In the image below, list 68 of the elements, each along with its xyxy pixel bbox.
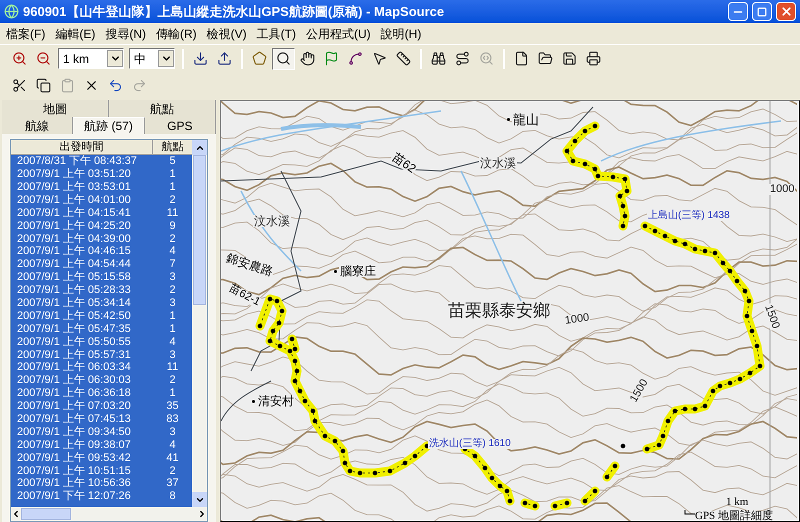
pentagon-icon xyxy=(252,51,267,66)
dropdown[interactable]: 中 xyxy=(129,48,175,69)
folder-icon xyxy=(538,51,553,66)
route-icon xyxy=(455,51,470,66)
menu-item[interactable]: 公用程式(U) xyxy=(304,24,373,42)
copy-icon xyxy=(36,78,51,92)
save-icon xyxy=(562,51,577,66)
scroll-right-icon xyxy=(197,509,207,519)
region-label: 苗栗縣泰安鄉 xyxy=(447,302,551,319)
upload-icon xyxy=(217,51,232,66)
restore-button[interactable] xyxy=(752,2,772,21)
peak-label: 上島山(三等) 1438 xyxy=(647,211,731,221)
hand-icon xyxy=(300,51,315,66)
minimize-button[interactable] xyxy=(728,2,748,21)
scissors-icon xyxy=(12,78,27,92)
elevation-label: 1500 xyxy=(762,302,782,332)
peak-label: 洗水山(三等) 1610 xyxy=(428,439,512,449)
printer-icon xyxy=(586,51,601,66)
flag-icon xyxy=(324,51,339,66)
column-header[interactable]: 出發時間 xyxy=(11,140,153,155)
close-button[interactable] xyxy=(776,2,796,21)
detail-label: GPS 地圖詳細度 xyxy=(695,511,773,521)
menu-item[interactable]: 工具(T) xyxy=(254,24,298,42)
tab[interactable]: 地圖 xyxy=(2,100,109,117)
magnifier-icon xyxy=(276,51,291,66)
column-header[interactable]: 航點 xyxy=(153,140,192,155)
road-label: 錦安農路 xyxy=(224,251,276,278)
app-icon xyxy=(4,4,19,19)
tab[interactable]: 航線 xyxy=(2,117,74,134)
zoom-in-icon xyxy=(12,51,27,66)
place-label: 清安村 xyxy=(257,395,295,407)
road-label: 苗62-1 xyxy=(226,282,263,309)
route-nodes-icon xyxy=(348,51,363,66)
pointer-icon xyxy=(372,51,387,66)
scale-label: 1 km xyxy=(726,497,748,508)
binoculars-icon xyxy=(431,51,446,66)
stream-label: 汶水溪 xyxy=(253,215,291,227)
elevation-label: 1000 xyxy=(769,184,796,195)
elevation-label: 1000 xyxy=(563,312,591,327)
new-file-icon xyxy=(514,51,529,66)
menu-item[interactable]: 搜尋(N) xyxy=(103,24,148,42)
download-icon xyxy=(193,51,208,66)
zoom-out-icon xyxy=(36,51,51,66)
place-label: 腦寮庄 xyxy=(339,265,377,277)
tab[interactable]: 航點 xyxy=(109,100,216,117)
window-title: 960901【山牛登山隊】上島山縱走洗水山GPS航跡圖(原稿) - MapSource xyxy=(23,2,446,21)
dropdown[interactable]: 1 km xyxy=(58,48,124,69)
redo-icon xyxy=(132,78,147,92)
tab[interactable]: 航跡 (57) xyxy=(73,117,145,134)
menu-item[interactable]: 傳輸(R) xyxy=(154,24,199,42)
clipboard-icon xyxy=(60,78,75,92)
ruler-icon xyxy=(396,51,411,66)
menu-item[interactable]: 檔案(F) xyxy=(4,24,48,42)
close-icon xyxy=(780,5,792,18)
stream-label: 汶水溪 xyxy=(479,157,517,169)
place-label: 龍山 xyxy=(512,113,540,126)
scroll-left-icon xyxy=(11,509,21,519)
search-icon xyxy=(479,51,494,66)
vertical-scrollbar[interactable] xyxy=(192,140,207,507)
toolbar-button[interactable] xyxy=(272,48,295,70)
restore-icon xyxy=(757,6,767,16)
menu-item[interactable]: 編輯(E) xyxy=(53,24,98,42)
tab[interactable]: GPS xyxy=(144,117,216,134)
road-label: 苗62 xyxy=(390,150,419,176)
horizontal-scrollbar[interactable] xyxy=(11,507,207,521)
menu-item[interactable]: 說明(H) xyxy=(378,24,424,42)
menu-item[interactable]: 檢視(V) xyxy=(204,24,249,42)
undo-icon xyxy=(108,78,123,92)
